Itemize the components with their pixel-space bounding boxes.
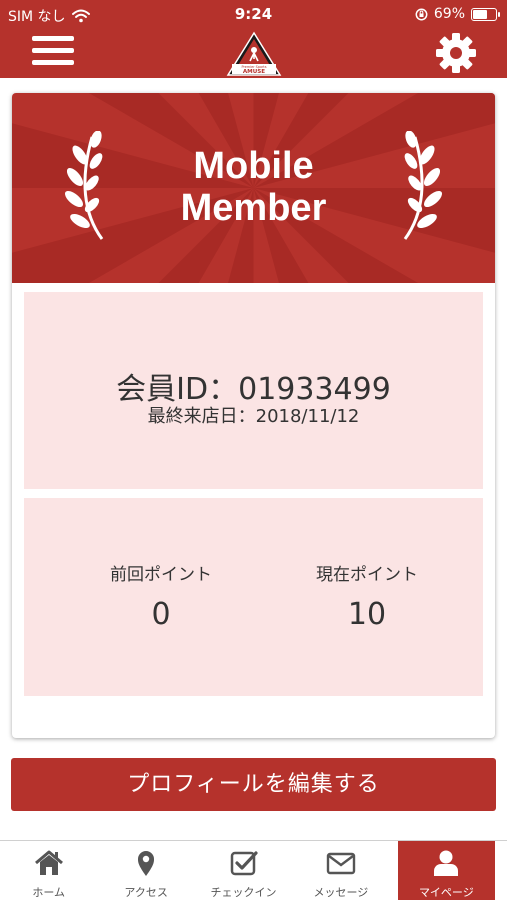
checkbox-icon [230, 851, 258, 876]
member-id-panel: 会員ID：01933499 最終来店日：2018/11/12 [24, 292, 483, 489]
tab-bar: ホーム アクセス チェックイン メッセージ マイページ [0, 840, 507, 900]
points-panel: 前回ポイント 0 現在ポイント 10 [24, 498, 483, 696]
tab-home[interactable]: ホーム [0, 841, 97, 900]
home-icon [34, 850, 63, 875]
tab-mypage[interactable]: マイページ [397, 841, 496, 900]
nav-bar: Premier Sports AMUSE [0, 28, 507, 78]
edit-profile-button[interactable]: プロフィールを編集する [11, 758, 496, 811]
previous-points: 前回ポイント 0 [61, 560, 261, 632]
envelope-icon [326, 852, 356, 875]
banner-title-line1: Mobile [193, 145, 314, 187]
status-bar: SIM なし 9:24 69% [0, 0, 507, 28]
tab-checkin-label: チェックイン [210, 886, 277, 899]
gear-icon[interactable] [435, 32, 477, 74]
tab-mypage-label: マイページ [418, 886, 474, 899]
current-points-value: 10 [347, 597, 387, 632]
member-card: Mobile Member 会員ID：01933499 最終来店日：2018/1… [12, 93, 495, 738]
hamburger-menu-icon[interactable] [32, 36, 74, 70]
tab-home-label: ホーム [32, 886, 66, 899]
current-points: 現在ポイント 10 [267, 560, 467, 632]
last-visit-date: 最終来店日：2018/11/12 [147, 406, 360, 427]
top-bar: SIM なし 9:24 69% Premier Sports AMUSE [0, 0, 507, 78]
orientation-lock-icon [415, 8, 428, 20]
logo-text: AMUSE [243, 69, 265, 75]
tab-message[interactable]: メッセージ [292, 841, 389, 900]
banner-title: Mobile Member [12, 145, 495, 229]
current-points-label: 現在ポイント [316, 565, 418, 585]
map-pin-icon [138, 851, 155, 876]
tab-message-label: メッセージ [313, 886, 369, 899]
battery-percent: 69% [433, 6, 465, 22]
previous-points-label: 前回ポイント [110, 565, 212, 585]
banner-title-line2: Member [180, 187, 327, 229]
user-icon [434, 850, 459, 876]
tab-access[interactable]: アクセス [97, 841, 194, 900]
tab-access-label: アクセス [124, 886, 168, 899]
tab-checkin[interactable]: チェックイン [195, 841, 292, 900]
member-banner: Mobile Member [12, 93, 495, 283]
previous-points-value: 0 [151, 597, 171, 632]
amuse-logo: Premier Sports AMUSE [226, 31, 282, 76]
battery-icon [471, 7, 500, 21]
